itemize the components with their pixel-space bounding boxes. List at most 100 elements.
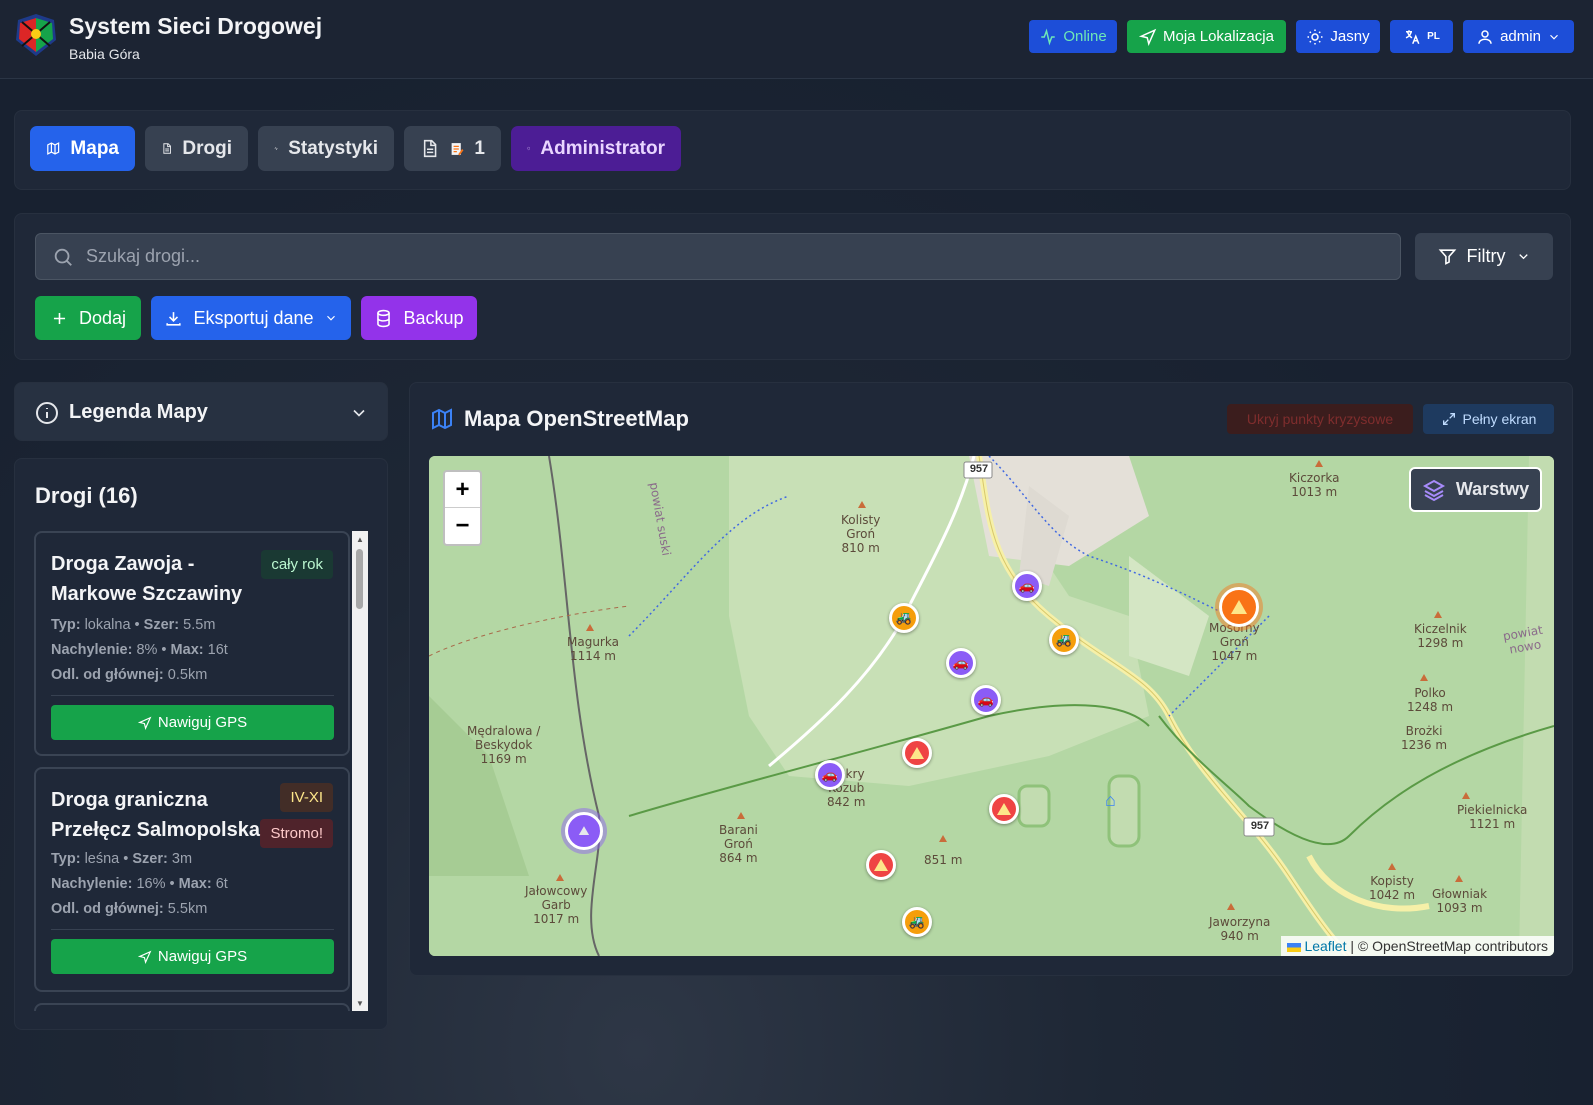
chevron-down-icon (353, 409, 365, 417)
filters-button[interactable]: Filtry (1415, 233, 1553, 280)
online-status-badge: Online (1029, 20, 1117, 53)
layers-icon (1422, 479, 1445, 501)
road-number-label: 957 (969, 463, 989, 475)
place-label: Kopisty 1042 m (1369, 874, 1416, 902)
tab-statistics[interactable]: Statystyki (258, 126, 394, 171)
memo-icon (451, 142, 464, 156)
file-text-icon (423, 139, 437, 158)
backup-button[interactable]: Backup (361, 296, 477, 340)
road-number-label: 957 (1250, 820, 1270, 832)
divider (51, 929, 334, 930)
layers-button[interactable]: Warstwy (1409, 467, 1542, 512)
tab-roads[interactable]: Drogi (145, 126, 248, 171)
map-canvas[interactable]: 957 957 Kiczorka 1013 m Kolisty Groń 810 m … (429, 456, 1554, 956)
activity-icon (1041, 27, 1056, 46)
zoom-out-button[interactable]: − (445, 508, 480, 544)
place-label: Głowniak 1093 m (1432, 887, 1488, 915)
fullscreen-button[interactable]: Pełny ekran (1423, 404, 1554, 434)
place-label: Brożki 1236 m (1401, 724, 1448, 752)
vehicle-marker[interactable]: 🚗 (971, 685, 1001, 715)
road-card: Droga Zawoja - Markowe Szczawiny cały ro… (34, 531, 350, 756)
navigate-gps-button[interactable]: Nawiguj GPS (51, 939, 334, 974)
place-label: 851 m (924, 853, 963, 867)
place-label: Kiczelnik 1298 m (1414, 622, 1467, 650)
season-badge: IV-XI (280, 783, 333, 812)
filter-icon (1438, 249, 1456, 265)
steep-warning-badge: Stromo! (260, 819, 333, 848)
place-label: Jałowcowy Garb 1017 m (525, 884, 588, 926)
add-button[interactable]: Dodaj (35, 296, 141, 340)
place-label: Kiczorka 1013 m (1289, 471, 1340, 499)
road-name: Droga Zawoja - Markowe Szczawiny (51, 553, 243, 605)
road-card (34, 1003, 350, 1011)
tractor-marker[interactable]: 🚜 (1049, 625, 1079, 655)
road-slope-line: Nachylenie: 16% • Max: 6t (51, 876, 228, 892)
scroll-up-icon[interactable]: ▲ (356, 535, 364, 544)
divider (51, 695, 334, 696)
app-subtitle: Babia Góra (69, 46, 140, 62)
vehicle-marker[interactable]: 🚗 (815, 760, 845, 790)
vehicle-marker[interactable]: 🚗 (946, 648, 976, 678)
legend-panel[interactable]: Legenda Mapy (14, 382, 388, 441)
chevron-down-icon (1518, 254, 1528, 260)
hide-crisis-points-button[interactable]: Ukryj punkty kryzysowe (1227, 404, 1413, 434)
place-label: Kolisty Groń 810 m (841, 513, 881, 555)
zoom-control: + − (443, 470, 482, 546)
place-label: Polko 1248 m (1407, 686, 1454, 714)
info-icon (36, 402, 58, 424)
roads-scrollbar[interactable]: ▲ ▼ (352, 531, 368, 1011)
plus-icon (53, 312, 66, 324)
navigation-icon (1139, 28, 1157, 46)
place-label: Piekielnicka 1121 m (1457, 803, 1528, 831)
road-name: Droga graniczna Przełęcz Salmopolska (51, 789, 260, 841)
language-button[interactable]: PL (1390, 20, 1453, 53)
shield-icon (527, 146, 530, 151)
road-type-line: Typ: leśna • Szer: 3m (51, 851, 193, 867)
database-icon (377, 309, 391, 327)
road-card: Droga graniczna Przełęcz Salmopolska IV-… (34, 767, 350, 992)
export-data-button[interactable]: Eksportuj dane (151, 296, 351, 340)
warning-marker[interactable] (902, 738, 932, 768)
season-badge: cały rok (261, 550, 333, 579)
landslide-marker[interactable]: ⛰ (565, 812, 603, 850)
vehicle-marker[interactable]: 🚗 (1012, 571, 1042, 601)
tab-reports[interactable]: 1 (404, 126, 501, 171)
tractor-marker[interactable]: 🚜 (889, 603, 919, 633)
road-slope-line: Nachylenie: 8% • Max: 16t (51, 642, 228, 658)
activity-icon (274, 146, 278, 151)
map-title: Mapa OpenStreetMap (464, 406, 689, 431)
road-distance-line: Odl. od głównej: 5.5km (51, 901, 208, 917)
crisis-warning-marker[interactable] (1219, 587, 1259, 627)
place-label: Mosorny Groń 1047 m (1209, 621, 1260, 663)
tractor-marker[interactable]: 🚜 (902, 907, 932, 937)
scroll-down-icon[interactable]: ▼ (356, 999, 364, 1008)
my-location-button[interactable]: Moja Lokalizacja (1127, 20, 1286, 53)
map-attribution: Leaflet | © OpenStreetMap contributors (1280, 936, 1554, 956)
download-icon (166, 311, 182, 326)
warning-marker[interactable] (866, 850, 896, 880)
tab-administrator[interactable]: Administrator (511, 126, 681, 171)
navigate-gps-button[interactable]: Nawiguj GPS (51, 705, 334, 740)
flag-icon (1286, 942, 1301, 952)
search-icon (54, 248, 72, 266)
scrollbar-thumb[interactable] (356, 549, 363, 609)
theme-toggle-button[interactable]: Jasny (1296, 20, 1380, 53)
roads-list[interactable]: Droga Zawoja - Markowe Szczawiny cały ro… (34, 531, 368, 1011)
road-distance-line: Odl. od głównej: 0.5km (51, 667, 208, 683)
warning-marker[interactable] (989, 794, 1019, 824)
search-box (35, 233, 1401, 280)
user-menu-button[interactable]: admin (1463, 20, 1574, 53)
user-icon (1478, 29, 1492, 44)
sun-icon (1307, 29, 1323, 44)
translate-icon (1405, 29, 1420, 44)
file-text-icon (163, 143, 171, 154)
chevron-down-icon (1550, 34, 1558, 40)
shelter-icon: ⌂ (1105, 790, 1116, 810)
tab-map[interactable]: Mapa (30, 126, 135, 171)
zoom-in-button[interactable]: + (445, 472, 480, 508)
chevron-down-icon (326, 315, 335, 321)
leaflet-link[interactable]: Leaflet (1304, 938, 1346, 954)
navigation-icon (137, 716, 152, 730)
search-input[interactable] (86, 234, 1386, 279)
navigation-icon (137, 950, 152, 964)
